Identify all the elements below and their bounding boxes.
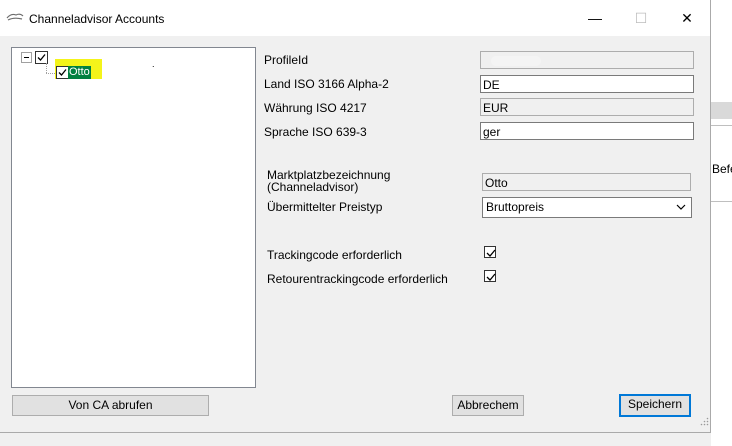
marktplatz-label: Marktplatzbezeichnung (Channeladvisor): [267, 169, 390, 193]
tree-item-otto[interactable]: Otto: [68, 66, 91, 79]
sprache-field[interactable]: ger: [480, 122, 694, 140]
checkmark-icon: [37, 54, 46, 61]
chevron-down-icon: [676, 204, 686, 210]
tracking-label: Trackingcode erforderlich: [267, 248, 402, 262]
waehrung-field: EUR: [480, 98, 694, 116]
waehrung-label: Währung ISO 4217: [264, 101, 367, 115]
profileid-field: [480, 51, 694, 69]
resize-grip-icon[interactable]: [700, 417, 709, 426]
save-button[interactable]: Speichern: [619, 394, 691, 417]
dialog-window: Channeladvisor Accounts — ☐ ✕ . Otto Pro…: [0, 0, 711, 433]
preistyp-value: Bruttopreis: [486, 200, 545, 214]
preistyp-select[interactable]: Bruttopreis: [482, 197, 692, 218]
sprache-label: Sprache ISO 639-3: [264, 125, 367, 139]
background-window: Befeh: [711, 0, 732, 446]
profileid-label: ProfileId: [264, 53, 309, 67]
cancel-button[interactable]: Abbrechem: [452, 395, 524, 416]
checkmark-icon: [486, 249, 496, 257]
background-text: Befeh: [712, 162, 732, 176]
background-divider: [711, 201, 732, 202]
collapse-icon[interactable]: [21, 52, 32, 63]
tree-connector: [46, 73, 55, 74]
redacted-value: [491, 56, 541, 66]
marktplatz-field: Otto: [482, 173, 691, 191]
tree-root-label: .: [152, 59, 155, 69]
land-field[interactable]: DE: [480, 75, 694, 93]
retouren-label: Retourentrackingcode erforderlich: [267, 272, 448, 286]
fetch-from-ca-button[interactable]: Von CA abrufen: [12, 395, 209, 416]
background-divider: [711, 125, 732, 126]
background-header-bar: [711, 102, 732, 119]
close-button[interactable]: ✕: [664, 0, 710, 36]
retouren-checkbox[interactable]: [484, 270, 496, 282]
minimize-button[interactable]: —: [572, 0, 618, 36]
title-bar[interactable]: Channeladvisor Accounts — ☐ ✕: [0, 0, 710, 36]
tree-connector: [46, 63, 47, 73]
marktplatz-label-line2: (Channeladvisor): [267, 180, 359, 194]
checkmark-icon: [486, 273, 496, 281]
account-tree[interactable]: . Otto: [11, 47, 256, 388]
checkmark-icon: [58, 69, 67, 76]
app-icon: [6, 13, 24, 21]
window-title: Channeladvisor Accounts: [29, 12, 165, 26]
land-label: Land ISO 3166 Alpha-2: [264, 77, 389, 91]
maximize-button[interactable]: ☐: [618, 0, 664, 36]
tracking-checkbox[interactable]: [484, 246, 496, 258]
preistyp-label: Übermittelter Preistyp: [267, 200, 383, 214]
